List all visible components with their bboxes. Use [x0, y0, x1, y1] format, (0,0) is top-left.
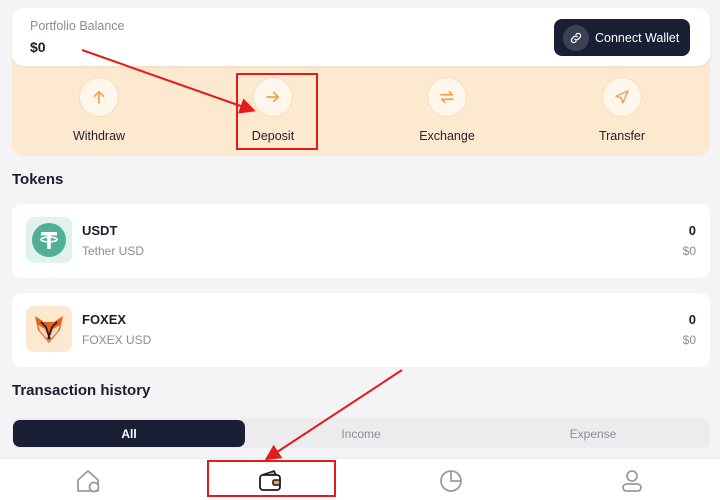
- balance-value: $0: [30, 39, 46, 55]
- wallet-highlight-box: [207, 460, 336, 497]
- tab-income[interactable]: Income: [245, 420, 477, 447]
- token-symbol: USDT: [82, 223, 118, 238]
- transfer-label: Transfer: [598, 129, 646, 143]
- exchange-label: Exchange: [419, 129, 475, 143]
- token-name: Tether USD: [82, 244, 145, 258]
- home-icon: [77, 470, 100, 493]
- connect-wallet-label: Connect Wallet: [595, 30, 680, 45]
- user-icon: [622, 470, 642, 492]
- withdraw-button[interactable]: Withdraw: [49, 78, 149, 143]
- portfolio-balance-card: Portfolio Balance $0 Connect Wallet: [12, 8, 710, 66]
- exchange-button[interactable]: Exchange: [397, 78, 497, 143]
- token-name: FOXEX USD: [82, 333, 152, 347]
- quick-actions-panel: Withdraw Deposit Exchange Transfer: [12, 58, 710, 156]
- nav-profile[interactable]: [612, 466, 652, 496]
- tab-expense[interactable]: Expense: [477, 420, 709, 447]
- transaction-filter-tabs: All Income Expense: [12, 418, 710, 448]
- withdraw-label: Withdraw: [72, 129, 126, 143]
- transaction-history-title: Transaction history: [12, 382, 151, 399]
- token-amount: 0: [688, 312, 696, 327]
- deposit-highlight-box: [236, 73, 318, 150]
- balance-label: Portfolio Balance: [30, 19, 125, 33]
- pie-chart-icon: [440, 470, 462, 492]
- transfer-button[interactable]: Transfer: [572, 78, 672, 143]
- nav-home[interactable]: [69, 466, 109, 496]
- send-icon: [603, 78, 641, 116]
- swap-icon: [428, 78, 466, 116]
- token-usd-value: $0: [682, 333, 696, 347]
- token-row-foxex[interactable]: FOXEX FOXEX USD 0 $0: [12, 293, 710, 367]
- token-usd-value: $0: [682, 244, 696, 258]
- token-symbol: FOXEX: [82, 312, 127, 327]
- bottom-navigation: [0, 458, 720, 500]
- link-icon: [563, 24, 589, 51]
- tether-icon: [26, 217, 72, 263]
- nav-analytics[interactable]: [431, 466, 471, 496]
- connect-wallet-button[interactable]: Connect Wallet: [554, 19, 690, 56]
- fox-icon: [26, 306, 72, 352]
- token-row-usdt[interactable]: USDT Tether USD 0 $0: [12, 204, 710, 278]
- token-amount: 0: [688, 223, 696, 238]
- tokens-title: Tokens: [12, 171, 64, 188]
- arrow-up-icon: [80, 78, 118, 116]
- tab-all[interactable]: All: [13, 420, 245, 447]
